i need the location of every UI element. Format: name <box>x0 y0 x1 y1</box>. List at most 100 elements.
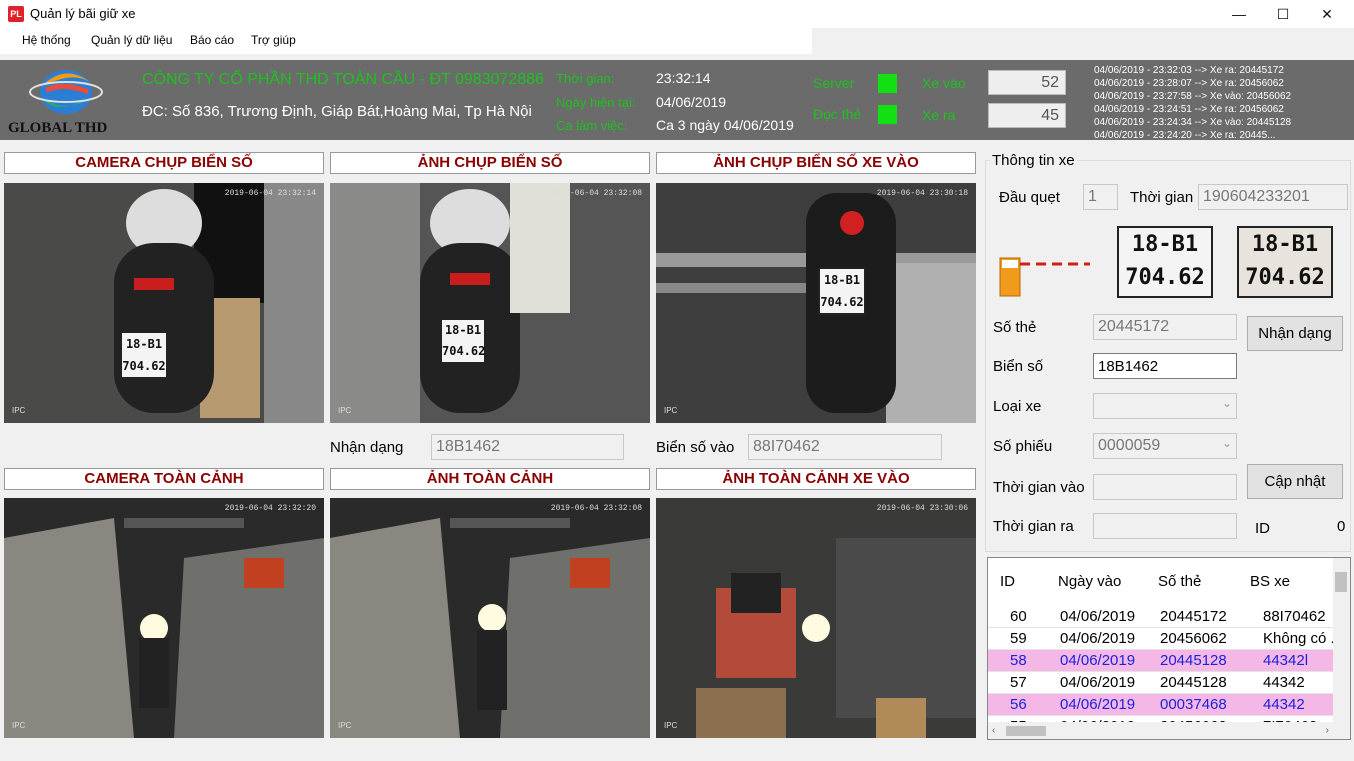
license-plate: 18-B1 704.62 <box>818 267 866 315</box>
menu-system[interactable]: Hệ thống <box>22 33 71 47</box>
barrier-gate-icon <box>998 252 1098 298</box>
date-value: 04/06/2019 <box>656 94 727 110</box>
ipc-label: IPC <box>664 406 678 415</box>
scrollbar-thumb[interactable] <box>1335 572 1347 592</box>
wide-shot-in-title: ẢNH TOÀN CẢNH XE VÀO <box>656 468 976 490</box>
plate-line-top: 18-B1 <box>125 337 163 351</box>
vertical-scrollbar[interactable] <box>1333 558 1350 739</box>
recognized-plate-field[interactable]: 18B1462 <box>431 434 624 460</box>
cell-card: 20445128 <box>1160 652 1227 669</box>
logo-text: GLOBAL THD <box>8 120 108 136</box>
cell-date-in: 04/06/2019 <box>1060 608 1136 625</box>
plate-crop-exit: 18-B1 704.62 <box>1117 226 1213 298</box>
camera-timestamp: 2019-06-04 23:32:20 <box>224 504 316 513</box>
vehicle-info-title: Thông tin xe <box>990 152 1077 169</box>
camera-plate-view: 18-B1 704.62 2019-06-04 23:32:14 IPC <box>4 183 324 423</box>
table-row[interactable]: 57 04/06/2019 20445128 44342 <box>988 672 1333 694</box>
captured-plate-in-title: ẢNH CHỤP BIỂN SỐ XE VÀO <box>656 152 976 174</box>
cell-date-in: 04/06/2019 <box>1060 674 1136 691</box>
scanner-field[interactable]: 1 <box>1083 184 1118 210</box>
plate-line-top: 18-B1 <box>444 323 482 337</box>
id-value: 0 <box>1337 518 1346 535</box>
recognize-button[interactable]: Nhận dạng <box>1247 316 1343 351</box>
wide-shot-in-view: 2019-06-04 23:30:06 IPC <box>656 498 976 738</box>
plate-in-field[interactable]: 88I70462 <box>748 434 942 460</box>
time-in-label: Thời gian vào <box>993 479 1085 496</box>
time-out-field[interactable] <box>1093 513 1237 539</box>
records-table[interactable]: ID Ngày vào Số thẻ BS xe 60 04/06/2019 204… <box>987 557 1351 740</box>
scan-time-label: Thời gian <box>1130 189 1194 206</box>
table-row[interactable]: 58 04/06/2019 20445128 44342l <box>988 650 1333 672</box>
plate-line-top: 18-B1 <box>1251 232 1319 257</box>
captured-plate-title: ẢNH CHỤP BIỂN SỐ <box>330 152 650 174</box>
column-header-date-in[interactable]: Ngày vào <box>1058 573 1121 590</box>
plate-line-top: 18-B1 <box>1131 232 1199 257</box>
close-button[interactable]: ✕ <box>1304 0 1350 28</box>
column-header-plate[interactable]: BS xe <box>1250 573 1290 590</box>
wide-shot-view: 2019-06-04 23:32:08 IPC <box>330 498 650 738</box>
time-in-field[interactable] <box>1093 474 1237 500</box>
captured-plate-view: 18-B1 704.62 2019-06-04 23:32:08 IPC <box>330 183 650 423</box>
camera-plate-scene <box>4 183 324 423</box>
minimize-button[interactable]: — <box>1216 0 1262 28</box>
wide-shot-in-scene <box>656 498 976 738</box>
title-bar <box>0 0 1354 28</box>
time-label: Thời gian: <box>556 71 615 86</box>
camera-timestamp: 2019-06-04 23:32:14 <box>224 189 316 198</box>
vehicle-type-select[interactable]: ⌄ <box>1093 393 1237 419</box>
menu-help[interactable]: Trợ giúp <box>251 33 296 47</box>
scroll-left-icon[interactable]: ‹ <box>992 725 995 736</box>
cell-date-in: 04/06/2019 <box>1060 696 1136 713</box>
horizontal-scrollbar[interactable]: ‹ › <box>988 722 1333 739</box>
card-number-field[interactable]: 20445172 <box>1093 314 1237 340</box>
cell-plate: Không có ... <box>1263 630 1344 647</box>
window-title: Quản lý bãi giữ xe <box>30 6 136 21</box>
scroll-right-icon[interactable]: › <box>1326 725 1329 736</box>
app-icon: PL <box>8 6 24 22</box>
table-row[interactable]: 56 04/06/2019 00037468 44342 <box>988 694 1333 716</box>
scrollbar-thumb[interactable] <box>1006 726 1046 736</box>
plate-number-input[interactable]: 18B1462 <box>1093 353 1237 379</box>
camera-timestamp: 2019-06-04 23:30:06 <box>876 504 968 513</box>
cell-plate: 88I70462 <box>1263 608 1326 625</box>
scan-time-field[interactable]: 190604233201 <box>1198 184 1348 210</box>
vehicle-type-label: Loại xe <box>993 398 1042 415</box>
vehicles-out-count: 45 <box>988 103 1066 128</box>
card-number-label: Số thẻ <box>993 319 1037 336</box>
company-name: CÔNG TY CỔ PHẦN THD TOÀN CẦU - ĐT 098307… <box>142 71 544 88</box>
maximize-button[interactable]: ☐ <box>1260 0 1306 28</box>
ticket-number-value: 0000059 <box>1098 437 1161 454</box>
log-entry: 04/06/2019 - 23:32:03 --> Xe ra: 2044517… <box>1094 65 1284 76</box>
reader-status-indicator <box>878 105 897 124</box>
plate-line-bottom: 704.62 <box>122 359 166 373</box>
captured-plate-in-scene <box>656 183 976 423</box>
ticket-number-select[interactable]: 0000059 ⌄ <box>1093 433 1237 459</box>
event-log[interactable]: 04/06/2019 - 23:32:03 --> Xe ra: 2044517… <box>1094 64 1352 140</box>
chevron-down-icon: ⌄ <box>1221 396 1232 410</box>
log-entry: 04/06/2019 - 23:27:58 --> Xe vào: 204560… <box>1094 91 1292 102</box>
cell-card: 20445172 <box>1160 608 1227 625</box>
log-entry: 04/06/2019 - 23:24:34 --> Xe vào: 204451… <box>1094 117 1292 128</box>
server-status-indicator <box>878 74 897 93</box>
recognize-label: Nhận dạng <box>330 439 404 456</box>
table-row[interactable]: 60 04/06/2019 20445172 88I70462 <box>988 606 1333 628</box>
plate-crop-entry: 18-B1 704.62 <box>1237 226 1333 298</box>
plate-line-bottom: 704.62 <box>820 295 864 309</box>
plate-line-bottom: 704.62 <box>442 344 486 358</box>
menu-data-management[interactable]: Quản lý dữ liệu <box>91 33 172 47</box>
camera-timestamp: 2019-06-04 23:32:08 <box>550 189 642 198</box>
log-entry: 04/06/2019 - 23:24:20 --> Xe ra: 20445..… <box>1094 130 1276 140</box>
column-header-id[interactable]: ID <box>1000 573 1015 590</box>
column-header-card[interactable]: Số thẻ <box>1158 573 1201 590</box>
company-logo: GLOBAL THD <box>6 64 130 138</box>
table-row[interactable]: 59 04/06/2019 20456062 Không có ... <box>988 628 1343 650</box>
update-button[interactable]: Cập nhật <box>1247 464 1343 499</box>
shift-label: Ca làm việc: <box>556 118 628 133</box>
time-value: 23:32:14 <box>656 70 711 86</box>
camera-timestamp: 2019-06-04 23:30:18 <box>876 189 968 198</box>
ipc-label: IPC <box>664 721 678 730</box>
camera-timestamp: 2019-06-04 23:32:08 <box>550 504 642 513</box>
log-entry: 04/06/2019 - 23:28:07 --> Xe ra: 2045606… <box>1094 78 1284 89</box>
menu-reports[interactable]: Báo cáo <box>190 33 234 47</box>
cell-id: 57 <box>1010 674 1027 691</box>
